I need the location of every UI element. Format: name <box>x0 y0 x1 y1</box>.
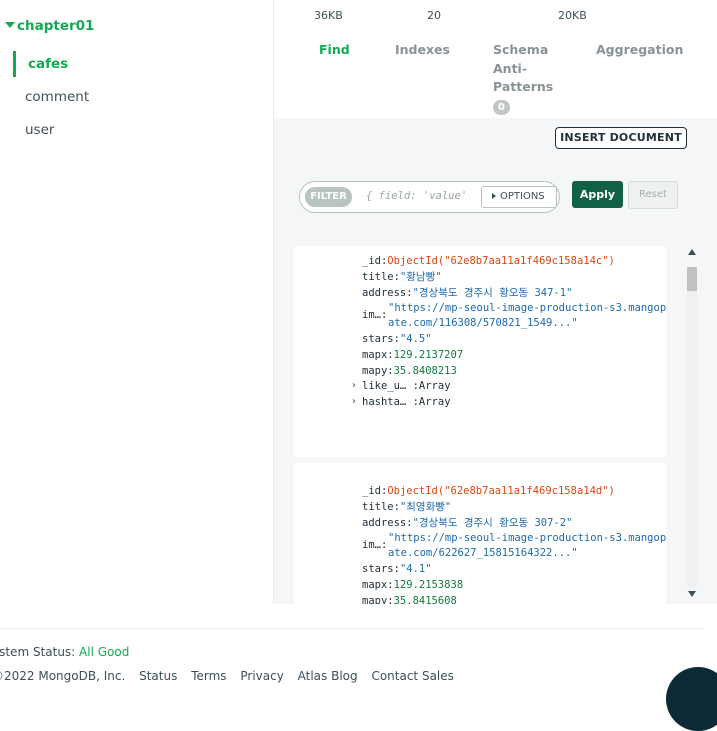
options-label: OPTIONS <box>500 191 545 202</box>
caret-down-icon <box>5 22 15 28</box>
collection-header: 36KB 20 20KB Find Indexes Schema Anti-Pa… <box>274 0 717 118</box>
tab-aggregation[interactable]: Aggregation <box>596 41 683 60</box>
field-row: like_u… :Array <box>362 380 451 392</box>
field-row: im…: <box>362 539 388 551</box>
collections-sidebar: chapter01 cafes comment user <box>0 0 273 604</box>
page-footer: ystem Status: All Good ©2022 MongoDB, In… <box>0 604 717 731</box>
storage-size-stat: 36KB <box>314 9 343 22</box>
system-status-link[interactable]: All Good <box>79 645 129 659</box>
field-value-wrapped: ate.com/622627_15815164322..." <box>388 547 578 559</box>
field-row: address:"경상북도 경주시 황오동 347-1" <box>362 287 573 299</box>
sidebar-item-comment[interactable]: comment <box>25 89 89 105</box>
schema-badge: 0 <box>493 99 510 115</box>
system-status: ystem Status: All Good <box>0 645 129 659</box>
field-row: mapy:35.8415608 <box>362 595 457 604</box>
tab-find[interactable]: Find <box>319 41 350 60</box>
index-size-stat: 20KB <box>558 9 587 22</box>
scroll-thumb[interactable] <box>687 267 697 291</box>
database-label: chapter01 <box>17 18 95 34</box>
tab-schema-label: Schema Anti-Patterns <box>493 42 554 94</box>
expand-chevron-icon[interactable]: › <box>352 396 356 407</box>
footer-divider <box>0 628 703 629</box>
system-status-label: ystem Status: <box>0 645 80 659</box>
field-value-wrapped: ate.com/116308/570821_1549..." <box>388 317 578 329</box>
apply-button[interactable]: Apply <box>572 181 623 208</box>
field-row: _id:ObjectId("62e8b7aa11a1f469c158a14c") <box>362 255 615 267</box>
filter-input[interactable]: { field: 'value' <box>366 190 467 202</box>
document-list: _id:ObjectId("62e8b7aa11a1f469c158a14c")… <box>294 246 666 604</box>
field-row: _id:ObjectId("62e8b7aa11a1f469c158a14d") <box>362 485 615 497</box>
caret-right-icon <box>492 193 496 199</box>
scroll-up-arrow-icon[interactable] <box>688 249 696 255</box>
field-row: im…: <box>362 309 388 321</box>
field-row: hashta… :Array <box>362 396 451 408</box>
field-row: title:"황남빵" <box>362 271 442 283</box>
field-row: stars:"4.5" <box>362 333 432 345</box>
document-card[interactable]: _id:ObjectId("62e8b7aa11a1f469c158a14d")… <box>294 463 666 604</box>
sidebar-item-user[interactable]: user <box>25 122 54 138</box>
field-row: mapx:129.2153838 <box>362 579 464 591</box>
field-row: stars:"4.1" <box>362 563 432 575</box>
tab-schema-anti-patterns[interactable]: Schema Anti-Patterns 0 <box>493 41 563 115</box>
reset-button[interactable]: Reset <box>628 181 678 209</box>
find-panel: INSERT DOCUMENT FILTER { field: 'value' … <box>274 118 717 604</box>
filter-bar: FILTER { field: 'value' OPTIONS <box>299 181 560 213</box>
tab-indexes[interactable]: Indexes <box>395 41 450 60</box>
scroll-track[interactable] <box>687 267 697 587</box>
scroll-down-arrow-icon[interactable] <box>688 591 696 597</box>
document-count-stat: 20 <box>427 9 441 22</box>
field-row: mapx:129.2137207 <box>362 349 464 361</box>
field-row: mapy:35.8408213 <box>362 365 457 377</box>
database-item-chapter01[interactable]: chapter01 <box>5 18 95 34</box>
document-list-scrollbar[interactable] <box>685 249 699 604</box>
sidebar-item-cafes[interactable]: cafes <box>28 56 68 72</box>
field-value-wrapped: "https://mp-seoul-image-production-s3.ma… <box>388 302 666 314</box>
document-card[interactable]: _id:ObjectId("62e8b7aa11a1f469c158a14c")… <box>294 246 666 457</box>
active-collection-indicator <box>13 51 16 77</box>
expand-chevron-icon[interactable]: › <box>352 380 356 391</box>
field-row: title:"최영화빵" <box>362 501 452 513</box>
field-value-wrapped: "https://mp-seoul-image-production-s3.ma… <box>388 532 666 544</box>
chat-widget-button[interactable] <box>666 667 717 731</box>
insert-document-button[interactable]: INSERT DOCUMENT <box>555 127 687 149</box>
filter-label: FILTER <box>305 187 352 207</box>
options-button[interactable]: OPTIONS <box>481 186 557 208</box>
collection-main: 36KB 20 20KB Find Indexes Schema Anti-Pa… <box>274 0 717 604</box>
field-row: address:"경상북도 경주시 황오동 307-2" <box>362 517 573 529</box>
